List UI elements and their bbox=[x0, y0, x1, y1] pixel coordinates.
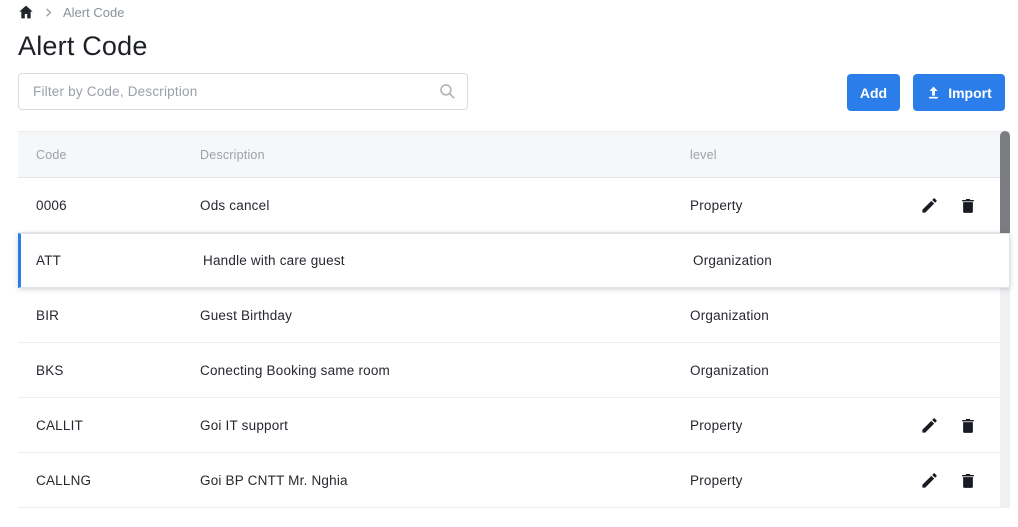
add-button-label: Add bbox=[859, 84, 888, 101]
table-row[interactable]: BKS Conecting Booking same room Organiza… bbox=[18, 343, 1000, 398]
column-header-description[interactable]: Description bbox=[200, 148, 690, 162]
row-code: BKS bbox=[36, 362, 64, 378]
column-header-code[interactable]: Code bbox=[18, 148, 200, 162]
edit-button[interactable] bbox=[920, 416, 939, 435]
edit-button[interactable] bbox=[920, 196, 939, 215]
row-level: Organization bbox=[690, 362, 769, 378]
alert-code-table: Code Description level 0006 Ods cancel P… bbox=[18, 131, 1010, 508]
column-header-level[interactable]: level bbox=[690, 148, 920, 162]
breadcrumb: Alert Code bbox=[18, 2, 124, 22]
table-row[interactable]: CALLIT Goi IT support Property bbox=[18, 398, 1000, 453]
pencil-icon bbox=[920, 471, 939, 490]
table-row[interactable]: ATT Handle with care guest Organization bbox=[18, 233, 1010, 288]
table-scrollbar-track[interactable] bbox=[1000, 131, 1010, 508]
import-button[interactable]: Import bbox=[913, 74, 1005, 111]
table-scrollbar-thumb[interactable] bbox=[1000, 131, 1010, 239]
delete-button[interactable] bbox=[958, 416, 977, 435]
filter-wrap bbox=[18, 73, 468, 110]
pencil-icon bbox=[920, 416, 939, 435]
table-body: 0006 Ods cancel Property ATT Handle with… bbox=[18, 178, 1010, 508]
table-row[interactable]: 0006 Ods cancel Property bbox=[18, 178, 1000, 233]
table-row[interactable]: CALLNG Goi BP CNTT Mr. Nghia Property bbox=[18, 453, 1000, 508]
chevron-right-icon bbox=[43, 7, 54, 18]
trash-icon bbox=[959, 196, 977, 215]
delete-button[interactable] bbox=[958, 471, 977, 490]
import-button-label: Import bbox=[948, 84, 992, 101]
filter-input[interactable] bbox=[18, 73, 468, 110]
row-level: Property bbox=[690, 472, 743, 488]
edit-button[interactable] bbox=[920, 471, 939, 490]
search-icon[interactable] bbox=[438, 82, 457, 106]
row-code: CALLNG bbox=[36, 472, 92, 488]
upload-icon bbox=[926, 85, 941, 100]
table-row[interactable]: BIR Guest Birthday Organization bbox=[18, 288, 1000, 343]
page-title: Alert Code bbox=[18, 31, 148, 61]
row-level: Organization bbox=[690, 307, 769, 323]
pencil-icon bbox=[920, 196, 939, 215]
row-actions bbox=[920, 416, 1000, 435]
row-description: Guest Birthday bbox=[200, 307, 293, 323]
delete-button[interactable] bbox=[958, 196, 977, 215]
add-button[interactable]: Add bbox=[847, 74, 900, 111]
row-level: Property bbox=[690, 417, 743, 433]
row-code: CALLIT bbox=[36, 417, 83, 433]
row-description: Ods cancel bbox=[200, 197, 270, 213]
row-description: Goi IT support bbox=[200, 417, 289, 433]
row-description: Conecting Booking same room bbox=[200, 362, 390, 378]
row-code: 0006 bbox=[36, 197, 67, 213]
row-level: Property bbox=[690, 197, 743, 213]
alert-code-page: Alert Code Alert Code Add Import Code De… bbox=[0, 0, 1018, 527]
row-description: Goi BP CNTT Mr. Nghia bbox=[200, 472, 348, 488]
home-icon[interactable] bbox=[18, 4, 34, 20]
trash-icon bbox=[959, 416, 977, 435]
row-actions bbox=[920, 196, 1000, 215]
row-actions bbox=[920, 471, 1000, 490]
row-code: ATT bbox=[36, 253, 62, 268]
row-level: Organization bbox=[693, 253, 772, 268]
trash-icon bbox=[959, 471, 977, 490]
row-description: Handle with care guest bbox=[203, 253, 345, 268]
breadcrumb-current[interactable]: Alert Code bbox=[63, 5, 124, 20]
row-code: BIR bbox=[36, 307, 60, 323]
table-header: Code Description level bbox=[18, 131, 1000, 178]
